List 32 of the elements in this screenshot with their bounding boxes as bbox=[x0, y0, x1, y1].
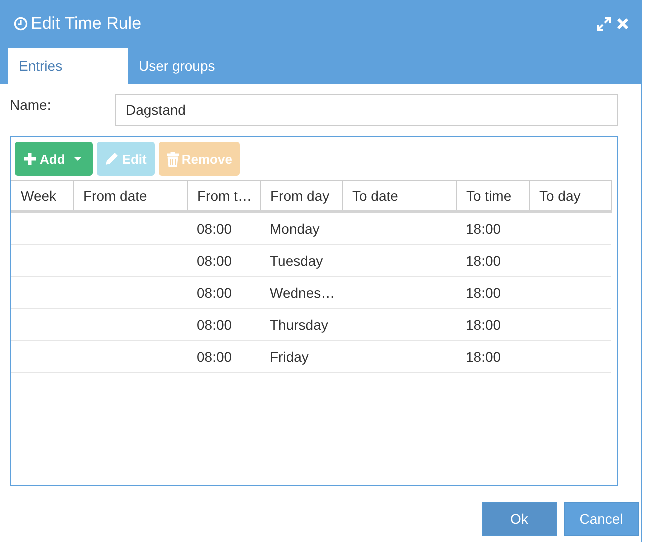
table-cell: 18:00 bbox=[456, 308, 529, 340]
table-cell: Tuesday bbox=[260, 244, 342, 276]
column-header[interactable]: From date bbox=[73, 180, 187, 212]
column-header[interactable]: To day bbox=[529, 180, 611, 212]
table-cell: 18:00 bbox=[456, 340, 529, 372]
column-header[interactable]: From t… bbox=[187, 180, 260, 212]
column-header[interactable]: To date bbox=[342, 180, 456, 212]
trash-icon bbox=[166, 152, 179, 166]
close-icon[interactable] bbox=[617, 18, 629, 30]
name-field[interactable]: Dagstand bbox=[115, 94, 618, 126]
maximize-icon[interactable] bbox=[597, 17, 611, 31]
column-header[interactable]: To time bbox=[456, 180, 529, 212]
window-title: Edit Time Rule bbox=[31, 14, 142, 34]
table-cell: Monday bbox=[260, 212, 342, 244]
table-cell: 08:00 bbox=[187, 212, 260, 244]
clock-icon bbox=[14, 17, 28, 31]
tab[interactable]: Entries bbox=[8, 48, 128, 84]
table-cell: 18:00 bbox=[456, 244, 529, 276]
table-cell: Friday bbox=[260, 340, 342, 372]
table-cell: 08:00 bbox=[187, 244, 260, 276]
plus-icon bbox=[23, 152, 37, 166]
table-cell: 08:00 bbox=[187, 276, 260, 308]
table-cell: 08:00 bbox=[187, 340, 260, 372]
table-cell: Wednes… bbox=[260, 276, 342, 308]
pencil-icon bbox=[105, 152, 120, 166]
field-label: Name: bbox=[10, 97, 52, 113]
table-cell: 08:00 bbox=[187, 308, 260, 340]
table-cell: 18:00 bbox=[456, 212, 529, 244]
table-cell: Thursday bbox=[260, 308, 342, 340]
table-cell: 18:00 bbox=[456, 276, 529, 308]
column-header[interactable]: From day bbox=[260, 180, 342, 212]
column-header[interactable]: Week bbox=[11, 180, 73, 212]
